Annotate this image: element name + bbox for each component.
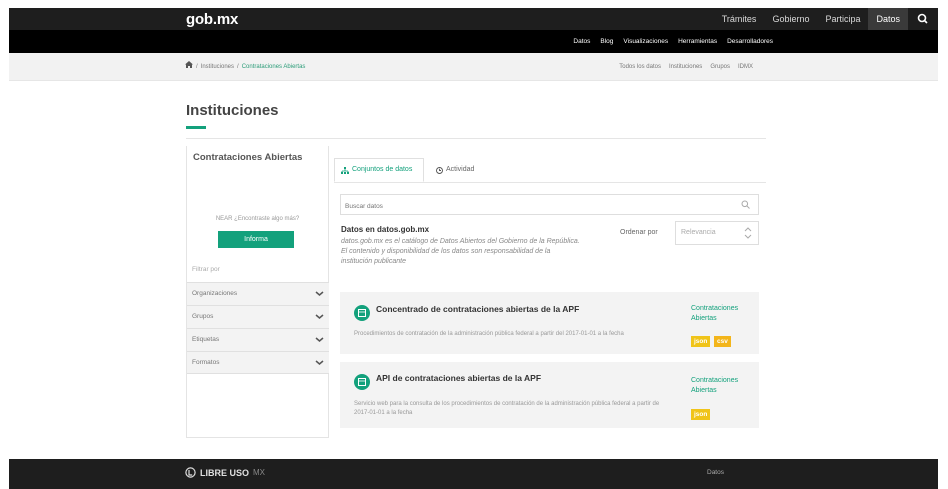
nav-datos[interactable]: Datos [868,8,908,30]
organization-title: Contrataciones Abiertas [193,152,303,163]
link-grupos[interactable]: Grupos [710,53,730,81]
order-label: Ordenar por [620,229,658,236]
breadcrumb-bar: / Instituciones / Contrataciones Abierta… [9,53,938,81]
filter-label-formatos: Formatos [192,359,220,366]
format-badge-json[interactable]: json [691,336,711,347]
order-select-value: Relevancia [681,229,716,236]
filter-etiquetas[interactable]: Etiquetas [187,328,329,351]
link-todos-los-datos[interactable]: Todos los datos [619,53,661,81]
dataset-description: Servicio web para la consulta de los pro… [354,401,660,416]
footer-link-datos[interactable]: Datos [707,469,724,476]
filter-label-organizaciones: Organizaciones [192,290,238,297]
subnav-visualizaciones[interactable]: Visualizaciones [618,30,673,53]
tab-activity[interactable]: Actividad [436,158,474,182]
link-instituciones[interactable]: Instituciones [669,53,702,81]
sidebar: Contrataciones Abiertas NEAR ¿Encontrast… [186,146,329,438]
search-icon[interactable] [908,8,938,30]
top-nav: Trámites Gobierno Participa Datos [714,8,938,30]
dataset-search [340,194,759,216]
libre-uso-icon [185,467,196,478]
nav-participa[interactable]: Participa [817,8,868,30]
breadcrumb: / Instituciones / Contrataciones Abierta… [185,53,305,81]
filter-grupos[interactable]: Grupos [187,305,329,328]
page-title: Instituciones [186,102,279,119]
dataset-description: Procedimientos de contratación de la adm… [354,331,624,337]
divider [186,138,766,139]
nav-gobierno[interactable]: Gobierno [764,8,817,30]
filter-label-etiquetas: Etiquetas [192,336,220,343]
sub-navbar: Datos Blog Visualizaciones Herramientas … [9,30,938,53]
breadcrumb-current[interactable]: Contrataciones Abiertas [242,53,306,81]
breadcrumb-separator: / [237,64,239,70]
subnav-datos[interactable]: Datos [568,30,595,53]
nav-tramites[interactable]: Trámites [714,8,765,30]
dataset-icon [354,305,370,321]
subnav-desarrolladores[interactable]: Desarrolladores [722,30,778,53]
filter-organizaciones[interactable]: Organizaciones [187,282,329,305]
dataset-card[interactable]: Concentrado de contrataciones abiertas d… [340,292,759,354]
format-badge-json[interactable]: json [691,409,711,420]
tab-datasets[interactable]: Conjuntos de datos [334,158,424,182]
search-icon[interactable] [741,200,750,209]
site-logo[interactable]: gob.mx [186,11,238,28]
order-select[interactable]: Relevancia [675,221,759,245]
dataset-title[interactable]: API de contrataciones abiertas de la APF [376,373,541,383]
dataset-card[interactable]: API de contrataciones abiertas de la APF… [340,362,759,428]
subnav-herramientas[interactable]: Herramientas [673,30,722,53]
link-idmx[interactable]: IDMX [738,53,753,81]
top-navbar: gob.mx Trámites Gobierno Participa Datos [9,8,938,30]
intro-description: datos.gob.mx es el catálogo de Datos Abi… [341,238,580,265]
libre-uso-logo[interactable]: LIBRE USO MX [185,467,265,478]
inform-button[interactable]: Informa [218,231,294,248]
subnav-blog[interactable]: Blog [595,30,618,53]
dataset-icon [354,374,370,390]
dataset-org[interactable]: Contrataciones Abiertas [691,376,755,396]
title-underline [186,126,206,129]
tab-datasets-label: Conjuntos de datos [352,166,413,173]
libre-uso-text: LIBRE USO [200,467,250,478]
breadcrumb-separator: / [196,64,198,70]
clock-icon [436,166,443,174]
chevron-down-icon [315,360,324,365]
chevron-down-icon [315,337,324,342]
search-input[interactable] [341,197,721,216]
sub-nav: Datos Blog Visualizaciones Herramientas … [568,30,778,53]
help-text: NEAR ¿Encontraste algo más? [215,216,300,222]
home-icon[interactable] [185,53,193,81]
libre-uso-suffix: MX [253,468,266,477]
sort-icon [744,227,752,239]
format-badge-csv[interactable]: csv [714,336,731,347]
tab-activity-label: Actividad [446,166,475,173]
tabs-divider [334,182,766,183]
dataset-title[interactable]: Concentrado de contrataciones abiertas d… [376,304,579,314]
dataset-org[interactable]: Contrataciones Abiertas [691,304,755,324]
breadcrumb-links: Todos los datos Instituciones Grupos IDM… [619,53,753,81]
breadcrumb-instituciones[interactable]: Instituciones [201,53,234,81]
filter-label-grupos: Grupos [192,313,214,320]
footer: LIBRE USO MX Datos [9,459,938,489]
filter-label: Filtrar por [192,266,220,273]
sitemap-icon [341,166,349,174]
intro-title: Datos en datos.gob.mx [341,225,430,234]
filter-formatos[interactable]: Formatos [187,351,329,374]
chevron-down-icon [315,314,324,319]
chevron-down-icon [315,291,324,296]
